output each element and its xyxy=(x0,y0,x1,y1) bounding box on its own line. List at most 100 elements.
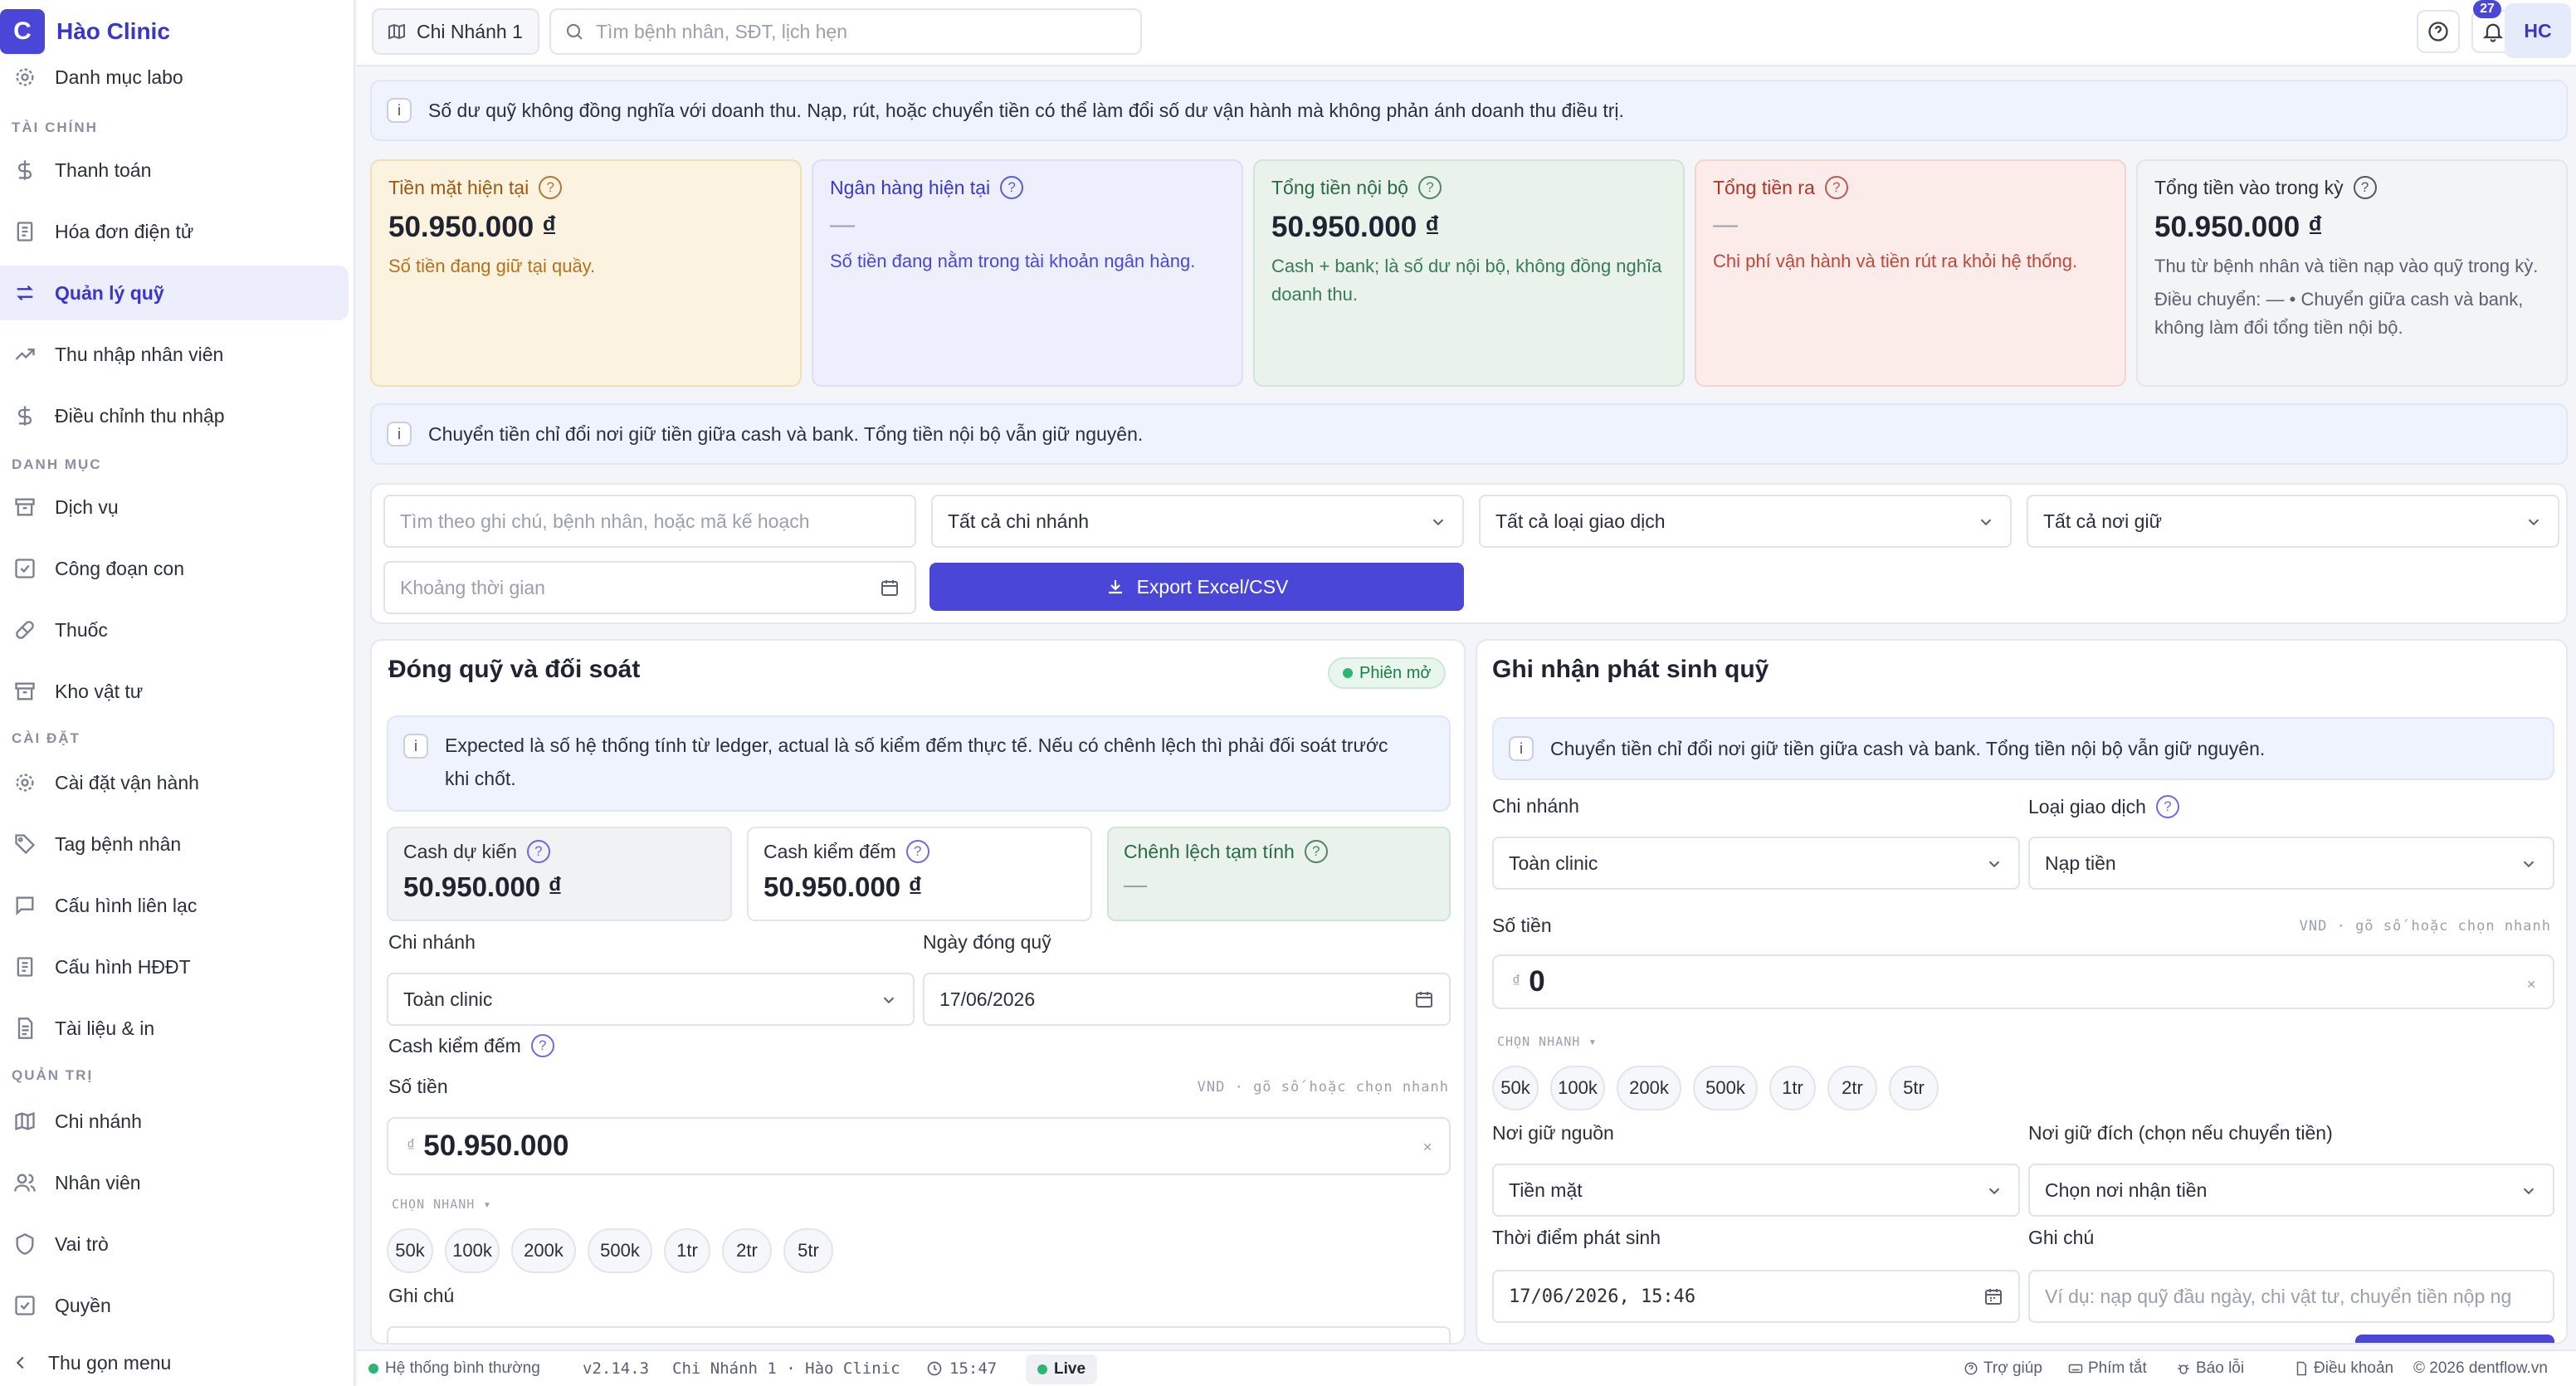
clear-icon[interactable]: ✕ xyxy=(1422,1140,1432,1154)
counted-cash-box: Cash kiểm đếm? 50.950.000 ₫ xyxy=(747,827,1092,921)
clear-icon[interactable]: ✕ xyxy=(2526,978,2536,992)
occurred-time-input[interactable]: 17/06/2026, 15:46 xyxy=(1492,1270,2020,1323)
help-button[interactable] xyxy=(2417,10,2460,53)
sidebar-item-labo[interactable]: Danh mục labo xyxy=(0,50,349,105)
avatar[interactable]: HC xyxy=(2505,3,2571,58)
sidebar-item-docs-print[interactable]: Tài liệu & in xyxy=(0,1001,349,1056)
sidebar-item-staff[interactable]: Nhân viên xyxy=(0,1155,349,1210)
record-amount-input[interactable]: ₫ 0 ✕ xyxy=(1492,954,2554,1009)
info-banner-text: Số dư quỹ không đồng nghĩa với doanh thu… xyxy=(428,99,1624,121)
help-icon[interactable]: ? xyxy=(530,1034,554,1057)
select-value: Tiền mặt xyxy=(1509,1179,1583,1201)
quick-pick-chip[interactable]: 200k xyxy=(511,1228,576,1273)
help-icon[interactable]: ? xyxy=(2353,176,2377,199)
amount-label: Số tiền xyxy=(388,1076,448,1097)
source-holder-select[interactable]: Tiền mặt xyxy=(1492,1164,2020,1217)
quick-pick-chip[interactable]: 1tr xyxy=(1769,1066,1816,1110)
sidebar-item-einvoice-config[interactable]: Cấu hình HĐĐT xyxy=(0,939,349,994)
clock-icon xyxy=(926,1360,943,1377)
sidebar-item-substeps[interactable]: Công đoạn con xyxy=(0,541,349,596)
branch-filter-select[interactable]: Tất cả chi nhánh xyxy=(931,495,1464,548)
quick-pick-chip[interactable]: 500k xyxy=(588,1228,652,1273)
submit-button[interactable] xyxy=(2355,1335,2554,1343)
help-icon[interactable]: ? xyxy=(1000,176,1024,199)
help-link[interactable]: Trợ giúp xyxy=(1964,1359,2042,1378)
help-icon[interactable]: ? xyxy=(526,840,550,863)
quick-pick-chip[interactable]: 2tr xyxy=(1827,1066,1877,1110)
type-filter-select[interactable]: Tất cả loại giao dịch xyxy=(1479,495,2012,548)
help-icon[interactable]: ? xyxy=(1417,176,1442,199)
card-title: Tổng tiền ra? xyxy=(1713,176,2108,199)
quick-pick-chip[interactable]: 5tr xyxy=(1889,1066,1939,1110)
sidebar-item-permissions[interactable]: Quyền xyxy=(0,1278,349,1333)
counted-label: Cash kiểm đếm xyxy=(764,840,896,862)
note-input[interactable] xyxy=(387,1326,1451,1343)
quick-pick-chip[interactable]: 1tr xyxy=(664,1228,710,1273)
help-icon[interactable]: ? xyxy=(1824,176,1848,199)
shortcuts-link[interactable]: Phím tắt xyxy=(2068,1359,2147,1378)
ledger-search-input[interactable]: Tìm theo ghi chú, bệnh nhân, hoặc mã kế … xyxy=(383,495,916,548)
global-search-input[interactable]: Tìm bệnh nhân, SĐT, lịch hẹn xyxy=(549,8,1142,55)
quick-pick-chip[interactable]: 500k xyxy=(1693,1066,1758,1110)
sidebar-item-branches[interactable]: Chi nhánh xyxy=(0,1094,349,1149)
counted-amount-input[interactable]: ₫ 50.950.000 ✕ xyxy=(387,1117,1451,1175)
currency-symbol: ₫ xyxy=(407,1136,416,1155)
date-range-input[interactable]: Khoảng thời gian xyxy=(383,561,916,614)
search-icon xyxy=(564,22,584,41)
quick-pick-chip[interactable]: 100k xyxy=(1550,1066,1605,1110)
holder-filter-select[interactable]: Tất cả nơi giữ xyxy=(2027,495,2559,548)
sidebar-item-ops-settings[interactable]: Cài đặt vận hành xyxy=(0,755,349,810)
close-branch-select[interactable]: Toàn clinic xyxy=(387,973,915,1026)
report-bug-link[interactable]: Báo lỗi xyxy=(2176,1359,2244,1378)
sidebar-item-einvoice[interactable]: Hóa đơn điện tử xyxy=(0,204,349,259)
help-icon[interactable]: ? xyxy=(1304,840,1328,863)
context-info: Chi Nhánh 1 · Hào Clinic xyxy=(672,1359,900,1378)
quick-pick-chip[interactable]: 5tr xyxy=(783,1228,833,1273)
sidebar-item-warehouse[interactable]: Kho vật tư xyxy=(0,664,349,719)
status-text: Phiên mở xyxy=(1359,663,1432,682)
notification-count-badge: 27 xyxy=(2473,0,2501,18)
map-icon xyxy=(387,22,407,41)
app-logo[interactable]: C Hào Clinic xyxy=(0,8,170,55)
dest-holder-select[interactable]: Chọn nơi nhận tiền xyxy=(2028,1164,2554,1217)
pill-icon xyxy=(13,618,37,642)
sidebar-item-services[interactable]: Dịch vụ xyxy=(0,480,349,534)
status-dot xyxy=(1037,1364,1047,1374)
panel-title: Đóng quỹ và đối soát xyxy=(388,656,641,683)
card-value: 50.950.000 ₫ xyxy=(388,211,557,243)
sidebar-item-roles[interactable]: Vai trò xyxy=(0,1217,349,1271)
quick-pick-chip[interactable]: 100k xyxy=(445,1228,500,1273)
bell-icon xyxy=(2481,20,2505,43)
help-icon[interactable]: ? xyxy=(2155,795,2179,818)
sidebar-item-patient-tags[interactable]: Tag bệnh nhân xyxy=(0,817,349,871)
calendar-icon xyxy=(1983,1286,2003,1306)
help-icon[interactable]: ? xyxy=(539,176,563,199)
sidebar-item-contact-config[interactable]: Cấu hình liên lạc xyxy=(0,878,349,933)
sidebar-item-medicine[interactable]: Thuốc xyxy=(0,603,349,657)
export-button[interactable]: Export Excel/CSV xyxy=(929,563,1464,611)
help-icon[interactable]: ? xyxy=(905,840,929,863)
record-branch-select[interactable]: Toàn clinic xyxy=(1492,837,2020,890)
sidebar-item-label: Tag bệnh nhân xyxy=(55,832,182,855)
branch-switcher[interactable]: Chi Nhánh 1 xyxy=(372,8,539,55)
sidebar-item-payment[interactable]: Thanh toán xyxy=(0,143,349,198)
expected-cash-box: Cash dự kiến? 50.950.000 ₫ xyxy=(387,827,732,921)
collapse-menu-button[interactable]: Thu gọn menu xyxy=(0,1346,349,1379)
sidebar-item-fund[interactable]: Quản lý quỹ xyxy=(0,266,349,320)
quick-pick-chip[interactable]: 200k xyxy=(1617,1066,1681,1110)
terms-link[interactable]: Điều khoản xyxy=(2294,1359,2393,1378)
clock: 15:47 xyxy=(926,1359,997,1378)
message-icon xyxy=(13,894,37,917)
close-date-input[interactable]: 17/06/2026 xyxy=(923,973,1451,1026)
sidebar-item-income[interactable]: Thu nhập nhân viên xyxy=(0,327,349,382)
transaction-type-select[interactable]: Nạp tiền xyxy=(2028,837,2554,890)
quick-pick-chip[interactable]: 2tr xyxy=(722,1228,772,1273)
card-cash: Tiền mặt hiện tại? 50.950.000 ₫ Số tiền … xyxy=(370,159,802,387)
sidebar-item-income-adjust[interactable]: Điều chỉnh thu nhập xyxy=(0,388,349,443)
quick-pick-chip[interactable]: 50k xyxy=(1492,1066,1539,1110)
sidebar-item-label: Cài đặt vận hành xyxy=(55,771,199,793)
record-fund-panel: Ghi nhận phát sinh quỹ i Chuyển tiền chỉ… xyxy=(1476,639,2568,1345)
calendar-icon xyxy=(880,578,900,598)
quick-pick-chip[interactable]: 50k xyxy=(387,1228,433,1273)
record-note-input[interactable]: Ví dụ: nạp quỹ đầu ngày, chi vật tư, chu… xyxy=(2028,1270,2554,1323)
